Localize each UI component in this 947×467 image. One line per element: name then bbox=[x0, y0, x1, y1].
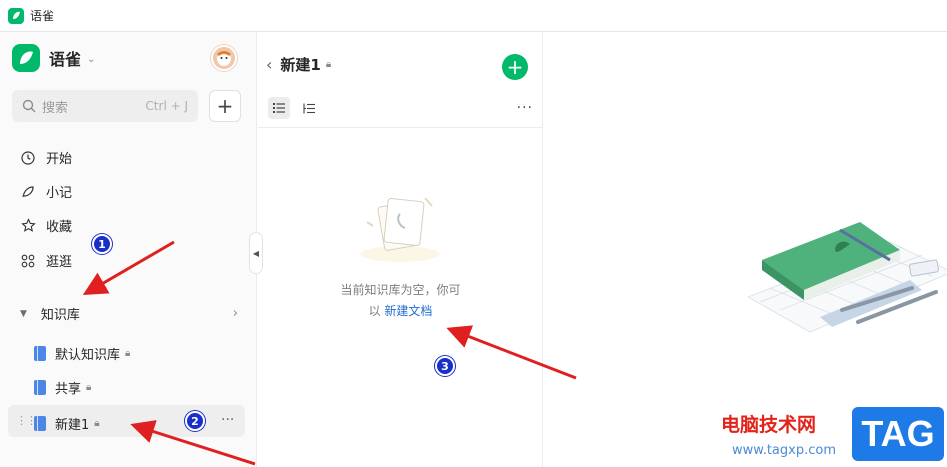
brand-switcher[interactable]: 语雀 ⌄ bbox=[12, 44, 95, 72]
window-titlebar: 语雀 bbox=[0, 0, 947, 32]
nav-item-start[interactable]: 开始 bbox=[20, 148, 72, 167]
lock-icon: 🔒︎ bbox=[125, 348, 131, 359]
add-button[interactable]: + bbox=[209, 90, 241, 122]
panel-title: 新建1 bbox=[280, 56, 321, 74]
drag-handle-icon[interactable]: ⋮⋮ bbox=[16, 414, 37, 427]
empty-state-line1: 当前知识库为空，你可 bbox=[340, 283, 461, 297]
kb-item-label: 共享 bbox=[55, 382, 82, 397]
empty-state-illustration bbox=[360, 197, 440, 262]
yuque-logo-icon bbox=[12, 44, 40, 72]
app-logo-icon bbox=[8, 7, 24, 24]
more-options-icon[interactable]: ··· bbox=[221, 412, 234, 428]
step-badge-2: 2 bbox=[185, 411, 205, 431]
new-doc-link[interactable]: 新建文档 bbox=[384, 304, 432, 318]
empty-state-text: 当前知识库为空，你可 以 新建文档 bbox=[258, 280, 543, 322]
list-view-icon[interactable] bbox=[268, 97, 290, 119]
lock-icon: 🔒︎ bbox=[94, 418, 100, 429]
panel-toolbar: ··· bbox=[268, 96, 533, 120]
watermark-site-text: 电脑技术网 bbox=[721, 414, 817, 436]
window-title: 语雀 bbox=[30, 9, 55, 23]
step-badge-3: 3 bbox=[435, 356, 455, 376]
more-icon[interactable]: ··· bbox=[517, 100, 533, 116]
chevron-left-icon[interactable]: ‹ bbox=[266, 55, 272, 74]
kb-item-default[interactable]: 默认知识库 🔒︎ bbox=[34, 344, 130, 363]
lock-icon: 🔒︎ bbox=[325, 59, 332, 70]
kb-section-label: 知识库 bbox=[40, 308, 80, 323]
new-doc-button[interactable]: + bbox=[502, 54, 528, 80]
search-placeholder: 搜索 bbox=[42, 100, 69, 116]
watermark-tag-logo: TAG bbox=[852, 407, 944, 461]
divider bbox=[258, 127, 543, 128]
knowledge-base-section[interactable]: ▼ 知识库 › bbox=[20, 304, 238, 323]
book-icon bbox=[34, 416, 46, 431]
feather-icon bbox=[20, 184, 36, 200]
search-icon bbox=[22, 99, 36, 113]
chevron-down-icon: ⌄ bbox=[87, 53, 96, 65]
user-avatar[interactable] bbox=[211, 45, 237, 71]
collapse-sidebar-handle[interactable]: ◀ bbox=[249, 232, 263, 274]
book-icon bbox=[34, 380, 46, 395]
clock-icon bbox=[20, 150, 36, 166]
brand-name: 语雀 bbox=[49, 50, 82, 69]
kb-item-label: 默认知识库 bbox=[55, 348, 121, 363]
panel-header: ‹ 新建1 🔒︎ bbox=[266, 54, 331, 75]
workspace-illustration bbox=[747, 222, 947, 333]
nav-item-label: 小记 bbox=[46, 186, 73, 201]
nav-item-label: 开始 bbox=[46, 152, 73, 167]
kb-panel: ‹ 新建1 🔒︎ + ··· 当前知识库为空，你可 以 新建文档 bbox=[258, 32, 543, 467]
chevron-right-icon[interactable]: › bbox=[233, 306, 238, 321]
step-badge-1: 1 bbox=[92, 234, 112, 254]
kb-item-new1[interactable]: 新建1 🔒︎ bbox=[34, 414, 100, 433]
book-icon bbox=[34, 346, 46, 361]
lock-icon: 🔒︎ bbox=[86, 382, 92, 393]
caret-down-icon: ▼ bbox=[20, 308, 27, 319]
search-shortcut: Ctrl + J bbox=[145, 99, 188, 113]
nav-item-explore[interactable]: 逛逛 bbox=[20, 251, 72, 270]
star-icon bbox=[20, 218, 36, 234]
kb-item-shared[interactable]: 共享 🔒︎ bbox=[34, 378, 91, 397]
empty-state-prefix: 以 bbox=[368, 304, 381, 318]
sidebar: 语雀 ⌄ 搜索 Ctrl + J + 开始 小记 收藏 逛逛 ▼ 知识库 › 默… bbox=[0, 32, 257, 467]
nav-item-notes[interactable]: 小记 bbox=[20, 182, 72, 201]
main-content bbox=[544, 32, 947, 467]
watermark-url: www.tagxp.com bbox=[732, 443, 836, 458]
grid-icon bbox=[20, 253, 36, 269]
tree-view-icon[interactable] bbox=[298, 97, 320, 119]
search-input[interactable]: 搜索 Ctrl + J bbox=[12, 90, 198, 122]
nav-item-favorites[interactable]: 收藏 bbox=[20, 216, 72, 235]
kb-item-label: 新建1 bbox=[55, 418, 90, 433]
nav-item-label: 收藏 bbox=[46, 220, 73, 235]
empty-state-line2: 以 新建文档 bbox=[258, 301, 543, 322]
nav-item-label: 逛逛 bbox=[46, 255, 73, 270]
